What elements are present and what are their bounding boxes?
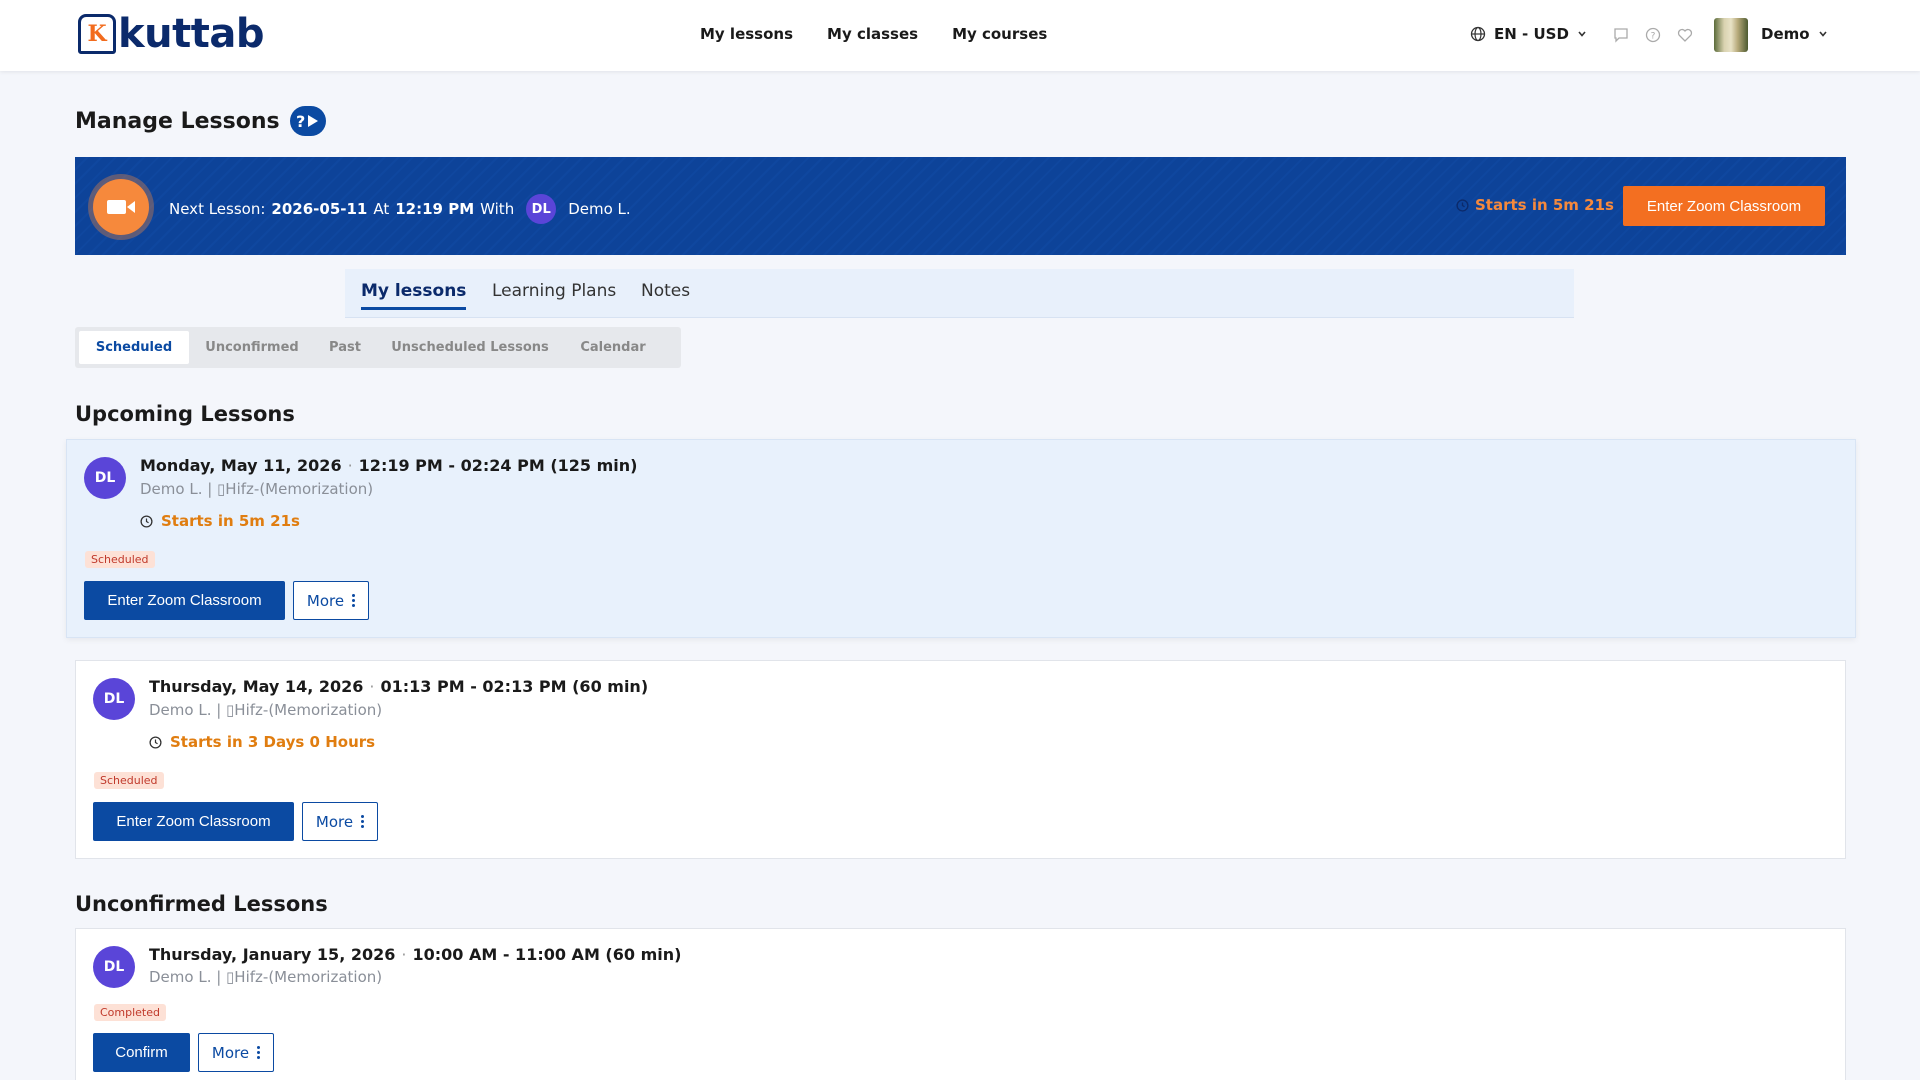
more-label: More — [306, 591, 345, 610]
lesson-datetime: Monday, May 11, 2026 · 12:19 PM - 02:24 PM… — [140, 456, 637, 475]
separator-dot: · — [401, 945, 407, 964]
more-button[interactable]: More — [302, 802, 378, 841]
tab-learning-plans[interactable]: Learning Plans — [492, 281, 616, 307]
svg-text:?: ? — [1651, 32, 1656, 42]
status-badge: Completed — [94, 1004, 166, 1021]
status-badge: Scheduled — [85, 551, 155, 568]
help-label: ? — [295, 111, 306, 131]
lesson-teacher-course: Demo L. | ▯Hifz-(Memorization) — [149, 701, 383, 719]
help-video-button[interactable]: ? — [289, 106, 326, 136]
globe-icon — [1470, 26, 1486, 42]
lesson-countdown: Starts in 5m 21s — [140, 512, 300, 530]
upcoming-lessons-heading: Upcoming Lessons — [75, 402, 295, 426]
lesson-time: 10:00 AM - 11:00 AM (60 min) — [412, 945, 682, 964]
countdown-text: Starts in 5m 21s — [161, 512, 300, 530]
enter-zoom-button[interactable]: Enter Zoom Classroom — [93, 802, 294, 841]
lesson-time: 12:19 PM - 02:24 PM (125 min) — [358, 456, 638, 475]
user-avatar[interactable] — [1714, 18, 1748, 52]
subtab-unscheduled[interactable]: Unscheduled Lessons — [385, 331, 555, 364]
chat-icon[interactable] — [1612, 26, 1630, 44]
page-title-row: Manage Lessons ? — [75, 106, 326, 136]
main-tabs: My lessons Learning Plans Notes — [345, 269, 1574, 318]
play-icon — [308, 115, 319, 127]
unconfirmed-lessons-heading: Unconfirmed Lessons — [75, 892, 328, 916]
tab-notes[interactable]: Notes — [641, 281, 690, 307]
lesson-teacher-course: Demo L. | ▯Hifz-(Memorization) — [140, 480, 374, 498]
clock-icon — [149, 735, 162, 749]
lesson-card: DL Monday, May 11, 2026 · 12:19 PM - 02:24… — [66, 439, 1856, 638]
next-lesson-at: At — [373, 200, 390, 218]
user-name: Demo — [1761, 25, 1810, 43]
kebab-icon — [257, 1046, 261, 1059]
teacher-avatar: DL — [84, 457, 126, 499]
countdown-text: Starts in 5m 21s — [1475, 196, 1614, 214]
main-nav: My lessons My classes My courses — [700, 25, 1047, 43]
lesson-datetime: Thursday, May 14, 2026 · 01:13 PM - 02:13 … — [149, 677, 648, 696]
next-lesson-info: Next Lesson: 2026-05-11 At 12:19 PM With… — [169, 194, 631, 224]
header-icons: ? — [1612, 26, 1694, 44]
enter-zoom-button[interactable]: Enter Zoom Classroom — [1623, 186, 1825, 226]
lesson-date: Monday, May 11, 2026 — [140, 456, 342, 475]
countdown-text: Starts in 3 Days 0 Hours — [170, 733, 376, 751]
next-lesson-time: 12:19 PM — [395, 200, 475, 218]
lesson-datetime: Thursday, January 15, 2026 · 10:00 AM - 11… — [149, 945, 681, 964]
lesson-card: DL Thursday, January 15, 2026 · 10:00 AM -… — [75, 928, 1846, 1080]
page-title: Manage Lessons — [75, 108, 280, 134]
next-lesson-banner: Next Lesson: 2026-05-11 At 12:19 PM With… — [75, 157, 1846, 255]
more-button[interactable]: More — [293, 581, 369, 620]
top-header: K kuttab My lessons My classes My course… — [0, 0, 1920, 71]
lesson-time: 01:13 PM - 02:13 PM (60 min) — [380, 677, 649, 696]
next-lesson-date: 2026-05-11 — [271, 200, 368, 218]
logo-mark-icon: K — [78, 14, 116, 54]
teacher-avatar: DL — [93, 946, 135, 988]
logo-text: kuttab — [118, 11, 264, 57]
chevron-down-icon — [1578, 31, 1586, 37]
kebab-icon — [352, 594, 356, 607]
subtab-past[interactable]: Past — [315, 331, 375, 364]
countdown-timer: Starts in 5m 21s — [1456, 196, 1614, 214]
lesson-date: Thursday, May 14, 2026 — [149, 677, 364, 696]
next-lesson-with: With — [480, 200, 515, 218]
separator-dot: · — [369, 677, 375, 696]
nav-my-courses[interactable]: My courses — [952, 25, 1047, 43]
clock-icon — [1456, 198, 1469, 212]
status-badge: Scheduled — [94, 772, 164, 789]
chevron-down-icon — [1818, 31, 1827, 37]
language-currency-selector[interactable]: EN - USD — [1470, 25, 1587, 43]
next-lesson-prefix: Next Lesson: — [169, 200, 266, 218]
subtab-scheduled[interactable]: Scheduled — [79, 331, 189, 364]
kuttab-logo[interactable]: K kuttab — [78, 14, 264, 54]
lesson-teacher-course: Demo L. | ▯Hifz-(Memorization) — [149, 968, 383, 986]
lesson-card: DL Thursday, May 14, 2026 · 01:13 PM - 02:… — [75, 660, 1846, 859]
enter-zoom-button[interactable]: Enter Zoom Classroom — [84, 581, 285, 620]
more-label: More — [211, 1043, 250, 1062]
lang-currency-label: EN - USD — [1494, 25, 1569, 43]
clock-icon — [140, 514, 153, 528]
separator-dot: · — [347, 456, 353, 475]
nav-my-lessons[interactable]: My lessons — [700, 25, 793, 43]
nav-my-classes[interactable]: My classes — [827, 25, 918, 43]
teacher-name: Demo L. — [568, 200, 631, 218]
tab-my-lessons[interactable]: My lessons — [361, 281, 467, 310]
more-label: More — [315, 812, 354, 831]
video-camera-icon — [93, 179, 149, 235]
help-icon[interactable]: ? — [1644, 26, 1662, 44]
lesson-countdown: Starts in 3 Days 0 Hours — [149, 733, 375, 751]
teacher-avatar: DL — [93, 678, 135, 720]
user-menu[interactable]: Demo — [1761, 25, 1828, 43]
heart-icon[interactable] — [1676, 26, 1694, 44]
kebab-icon — [361, 815, 365, 828]
subtab-unconfirmed[interactable]: Unconfirmed — [197, 331, 307, 364]
more-button[interactable]: More — [198, 1033, 274, 1072]
lesson-date: Thursday, January 15, 2026 — [149, 945, 396, 964]
teacher-avatar: DL — [526, 194, 557, 224]
logo-letter: K — [87, 21, 107, 47]
confirm-button[interactable]: Confirm — [93, 1033, 190, 1072]
lesson-filter-tabs: Scheduled Unconfirmed Past Unscheduled L… — [75, 327, 681, 368]
subtab-calendar[interactable]: Calendar — [563, 331, 663, 364]
